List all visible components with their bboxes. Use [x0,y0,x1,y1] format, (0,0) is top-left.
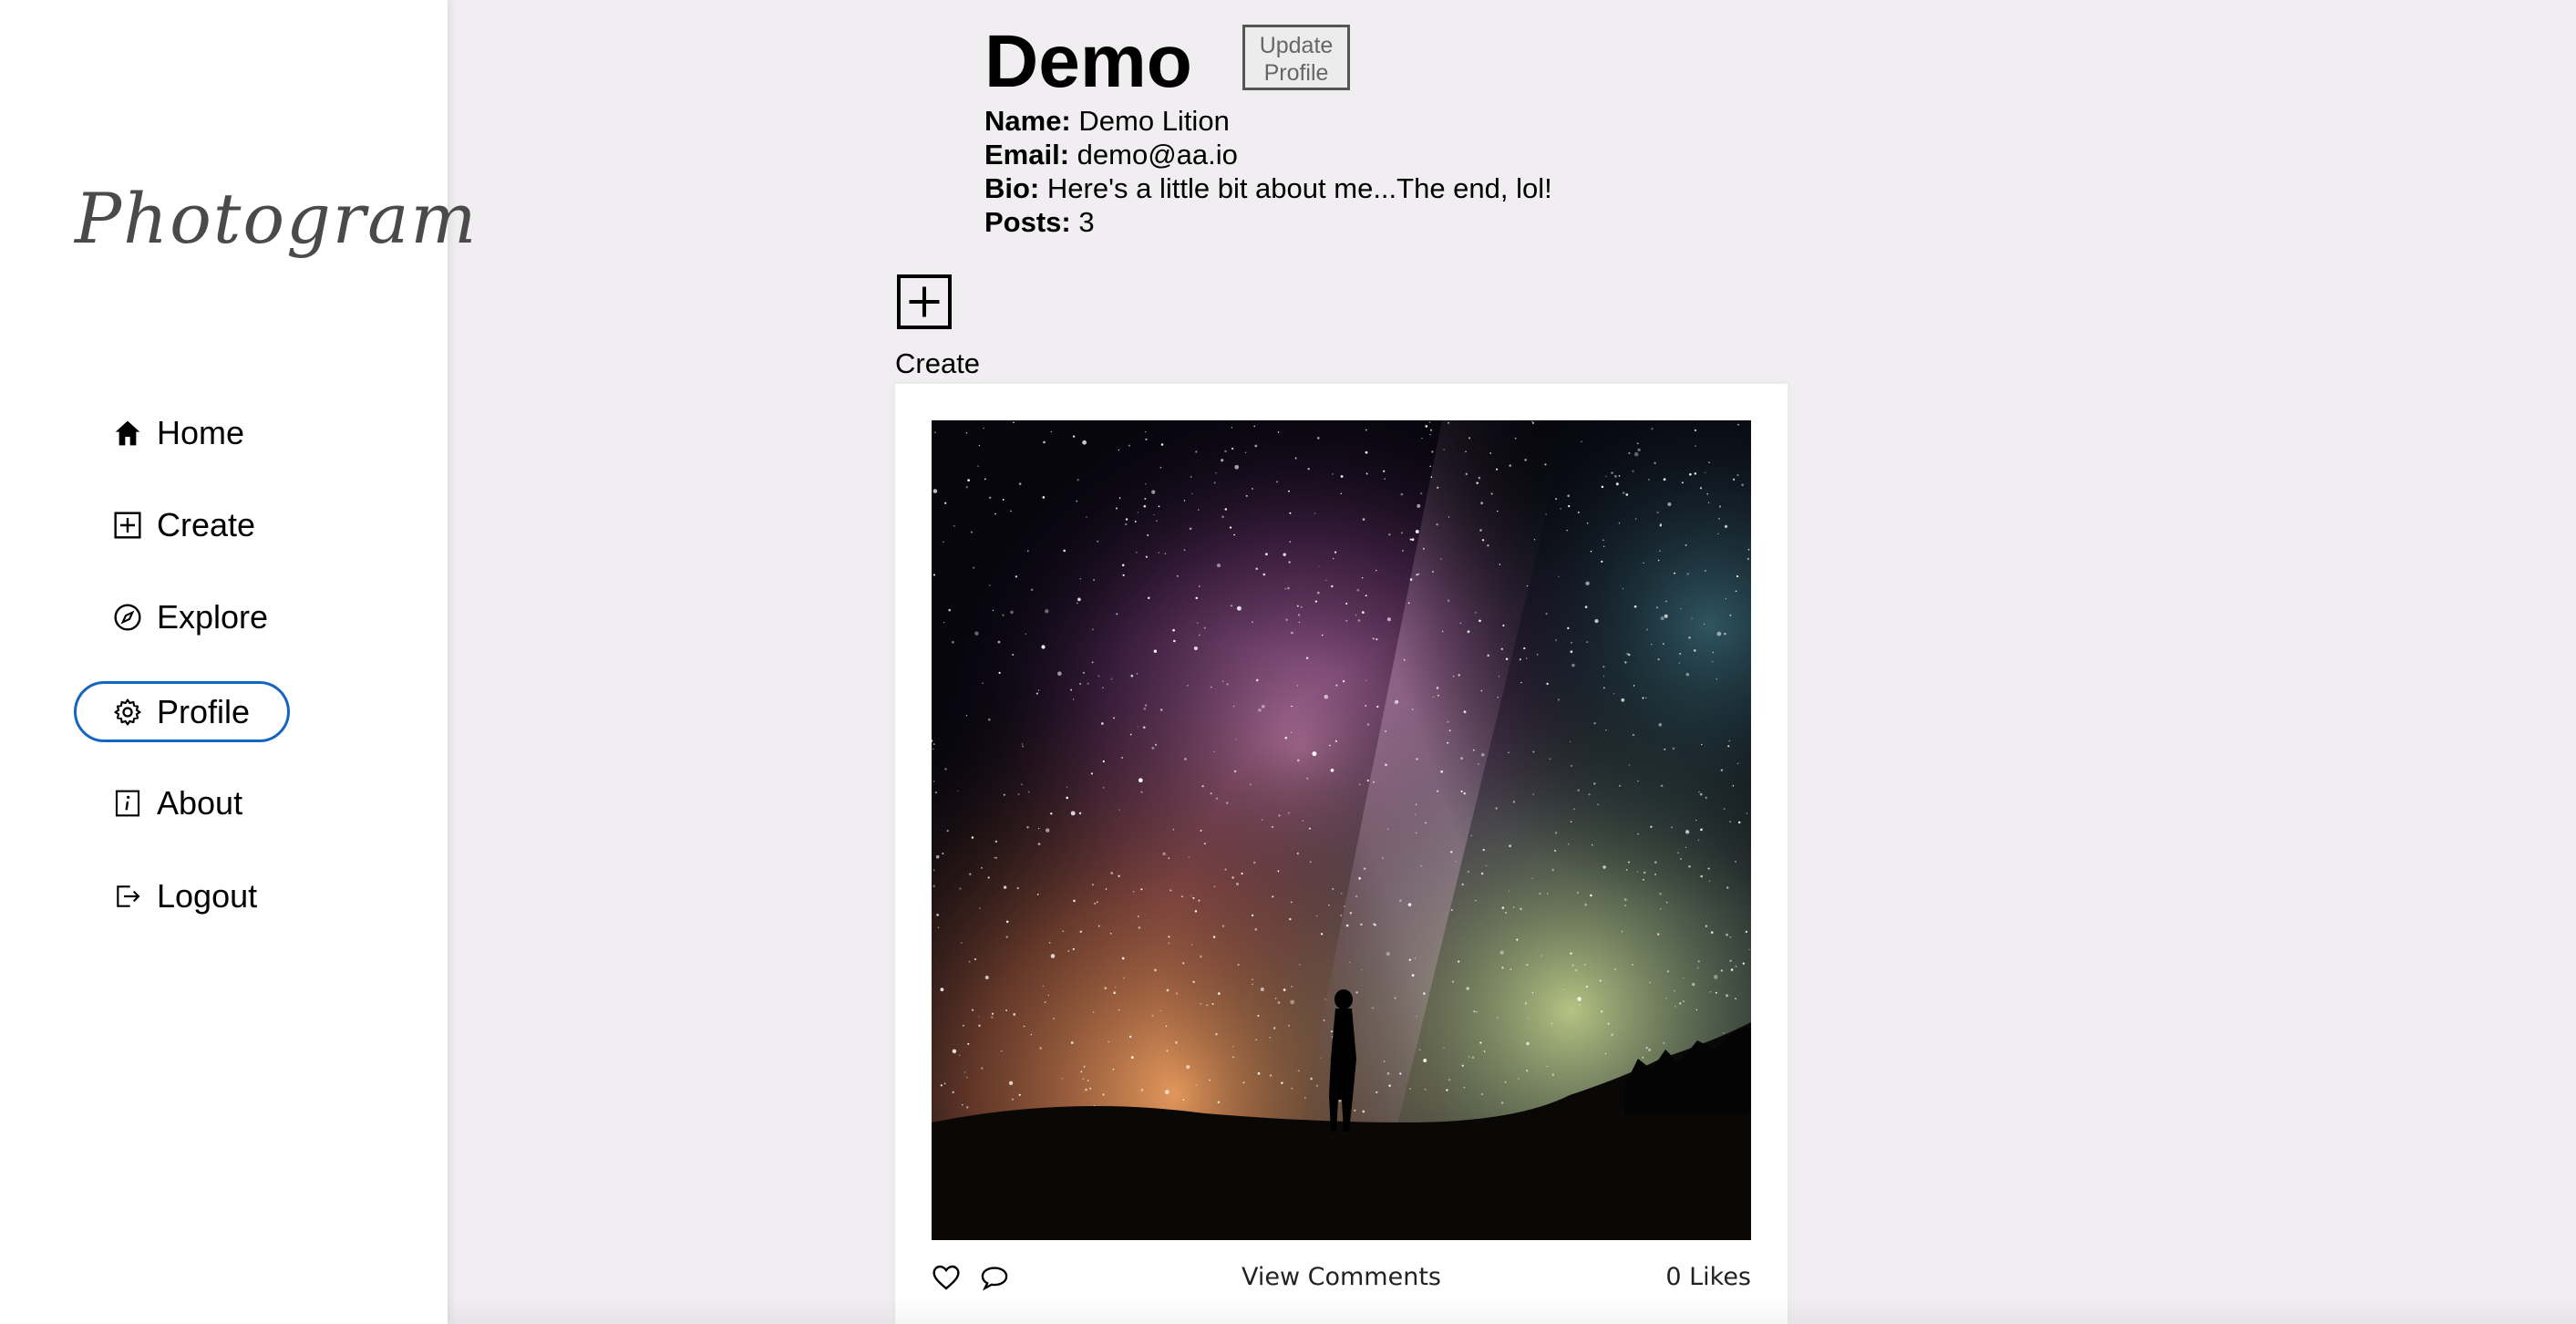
profile-bio-row: Bio: Here's a little bit about me...The … [984,171,1552,205]
post-image[interactable] [932,420,1751,1240]
sidebar-item-label: Home [157,414,245,451]
create-post-button[interactable] [897,274,952,329]
bottom-shadow [448,1297,2576,1324]
logout-icon [111,880,144,913]
plus-icon [909,286,940,317]
sidebar-item-label: Explore [157,598,269,636]
plus-square-icon [111,509,144,542]
view-comments-link[interactable]: View Comments [932,1263,1751,1291]
likes-count: 0 Likes [1665,1263,1751,1291]
sidebar-item-profile[interactable]: Profile [74,681,290,742]
app-logo[interactable]: Photogram [75,178,479,259]
info-icon [111,787,144,820]
posts-value: 3 [1078,206,1095,238]
sidebar-item-create[interactable]: Create [75,496,292,554]
posts-label: Posts: [984,206,1071,238]
sidebar-item-home[interactable]: Home [75,404,281,462]
bio-value: Here's a little bit about me...The end, … [1046,172,1552,204]
sidebar-item-label: Profile [157,692,251,730]
gear-icon [111,696,144,729]
sidebar: Photogram Home Create Explore Profile Ab… [0,0,477,1324]
profile-info: Name: Demo Lition Email: demo@aa.io Bio:… [984,104,1552,239]
main-content: Demo Update Profile Name: Demo Lition Em… [448,0,2576,1324]
bio-label: Bio: [984,172,1040,204]
sidebar-item-explore[interactable]: Explore [75,588,304,646]
profile-posts-row: Posts: 3 [984,205,1552,239]
post-actions: View Comments 0 Likes [932,1244,1751,1291]
sidebar-item-label: Logout [157,877,258,915]
create-label[interactable]: Create [895,347,980,380]
email-label: Email: [984,139,1070,171]
profile-username: Demo [984,20,1192,103]
email-value: demo@aa.io [1077,139,1238,171]
name-label: Name: [984,105,1071,137]
compass-icon [111,601,144,634]
sidebar-item-label: Create [157,506,256,543]
update-profile-button[interactable]: Update Profile [1242,25,1350,90]
name-value: Demo Lition [1078,105,1230,137]
profile-name-row: Name: Demo Lition [984,104,1552,138]
profile-email-row: Email: demo@aa.io [984,138,1552,171]
sidebar-item-logout[interactable]: Logout [75,867,294,926]
home-icon [111,417,144,450]
post-card: View Comments 0 Likes [895,384,1788,1324]
sidebar-item-label: About [157,784,243,822]
sidebar-item-about[interactable]: About [75,774,279,833]
starry-sky-image [932,420,1751,1240]
